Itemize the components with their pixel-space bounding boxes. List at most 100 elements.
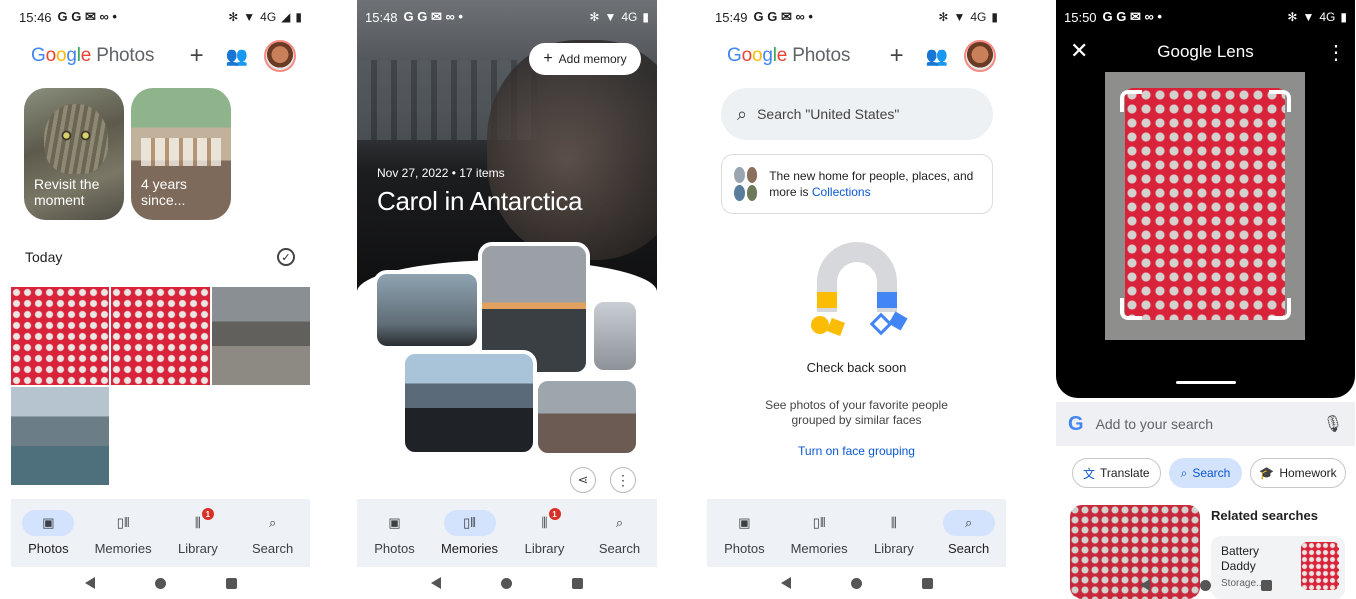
back-icon[interactable] [1139, 579, 1150, 591]
collage-photo[interactable] [401, 350, 537, 456]
chip-homework[interactable]: 🎓 Homework [1250, 458, 1346, 488]
recents-icon[interactable] [921, 577, 933, 589]
library-icon: ⫼ [890, 515, 897, 530]
plus-icon: + [543, 50, 553, 67]
share-people-icon[interactable]: 👥 [926, 46, 948, 67]
tab-photos[interactable]: ▣ Photos [357, 499, 432, 567]
bottom-nav: ▣ Photos ▯⦀ Memories ⫼ 1 Library ⌕ Search [357, 499, 657, 599]
photos-icon: ▣ [388, 515, 401, 530]
add-icon[interactable]: + [890, 42, 904, 70]
system-nav [357, 567, 657, 599]
bottom-nav: ▣ Photos ▯⦀ Memories ⫼ 1 Library ⌕ Search [11, 499, 310, 599]
face-grouping-link[interactable]: Turn on face grouping [707, 444, 1006, 458]
more-options-icon[interactable]: ⋮ [610, 467, 636, 493]
tab-memories[interactable]: ▯⦀ Memories [86, 499, 161, 567]
tab-search[interactable]: ⌕ Search [931, 499, 1006, 567]
status-icons: G G ✉ ∞ • [753, 9, 813, 24]
wifi-icon: ▼ [604, 10, 617, 24]
back-icon[interactable] [431, 577, 441, 589]
tab-photos[interactable]: ▣ Photos [11, 499, 86, 567]
collage-photo[interactable] [373, 270, 481, 350]
tab-library[interactable]: ⫼ 1 Library [161, 499, 236, 567]
collage-photo[interactable] [590, 298, 640, 374]
wifi-icon: ▼ [953, 10, 966, 24]
recents-icon[interactable] [1260, 579, 1272, 591]
tab-library[interactable]: ⫼ Library [857, 499, 932, 567]
home-icon[interactable] [1199, 579, 1211, 591]
people-avatars-icon [734, 167, 758, 201]
back-icon[interactable] [84, 577, 95, 589]
battery-icon: ▮ [642, 10, 649, 24]
network-label: 4G [1319, 10, 1336, 24]
tab-photos[interactable]: ▣ Photos [707, 499, 782, 567]
photo-thumb[interactable] [111, 287, 210, 385]
memory-title: Carol in Antarctica [377, 186, 583, 216]
lens-search-input: Add to your search [1095, 416, 1214, 432]
tab-search[interactable]: ⌕ Search [582, 499, 657, 567]
add-memory-button[interactable]: + Add memory [529, 43, 641, 75]
collage-photo[interactable] [534, 377, 640, 457]
crop-corner-br[interactable] [1269, 298, 1291, 320]
avatar[interactable] [964, 40, 996, 72]
tab-search[interactable]: ⌕ Search [235, 499, 310, 567]
screen-lens: 15:50 G G ✉ ∞ • ✻ ▼ 4G ▮ ✕ Google Lens ⋮ G A… [1056, 0, 1355, 599]
chip-search[interactable]: ⌕ Search [1168, 458, 1243, 488]
chip-translate[interactable]: 文 Translate [1072, 458, 1161, 488]
tab-library[interactable]: ⫼ 1 Library [507, 499, 582, 567]
add-icon[interactable]: + [190, 42, 204, 70]
drag-handle[interactable] [1176, 381, 1236, 384]
tab-memories[interactable]: ▯⦀ Memories [432, 499, 507, 567]
bluetooth-icon: ✻ [228, 10, 239, 24]
home-icon[interactable] [154, 577, 166, 589]
share-people-icon[interactable]: 👥 [226, 46, 248, 67]
back-icon[interactable] [780, 577, 791, 589]
status-icons: G G ✉ ∞ • [403, 9, 463, 24]
crop-corner-tr[interactable] [1269, 90, 1291, 112]
avatar[interactable] [264, 40, 296, 72]
bluetooth-icon: ✻ [938, 10, 949, 24]
crop-corner-tl[interactable] [1120, 90, 1142, 112]
status-icons: G G ✉ ∞ • [1102, 9, 1162, 24]
status-time: 15:50 [1064, 9, 1097, 25]
crop-corner-bl[interactable] [1120, 298, 1142, 320]
battery-organizer [1125, 88, 1285, 320]
battery-icon: ▮ [295, 10, 302, 24]
battery-icon: ▮ [1340, 10, 1347, 24]
google-photos-logo: Google Photos [727, 45, 851, 66]
collections-link[interactable]: Collections [812, 185, 871, 199]
more-options-icon[interactable]: ⋮ [1326, 40, 1346, 65]
memory-label: Revisit the moment [34, 176, 100, 208]
home-icon[interactable] [501, 577, 512, 589]
photos-icon: ▣ [22, 510, 75, 536]
notification-badge: 1 [548, 508, 561, 520]
notification-badge: 1 [201, 508, 214, 520]
photo-thumb[interactable] [11, 287, 109, 385]
photo-thumb[interactable] [11, 387, 109, 485]
lens-search-bar[interactable]: G Add to your search 🎙 [1056, 402, 1355, 446]
select-all-icon[interactable]: ✓ [277, 248, 295, 266]
empty-state-description: See photos of your favorite people group… [765, 398, 948, 427]
translate-icon: 文 [1083, 466, 1096, 481]
search-bar[interactable]: ⌕ Search "United States" [721, 88, 993, 140]
microphone-icon[interactable]: 🎙 [1323, 414, 1343, 434]
search-icon: ⌕ [942, 510, 995, 536]
network-label: 4G [260, 10, 277, 24]
recents-icon[interactable] [572, 577, 583, 589]
status-bar: 15:46 G G ✉ ∞ • ✻ ▼ 4G ◢ ▮ [11, 0, 310, 34]
memory-card-2[interactable]: 4 years since... [131, 88, 231, 220]
home-icon[interactable] [850, 577, 862, 589]
search-input: Search "United States" [757, 106, 900, 122]
bluetooth-icon: ✻ [589, 10, 600, 24]
screen-search: 15:49 G G ✉ ∞ • ✻ ▼ 4G ▮ Google Photos + 👥 ⌕… [707, 0, 1006, 599]
status-time: 15:48 [365, 9, 398, 25]
collections-banner[interactable]: The new home for people, places, and mor… [721, 154, 993, 214]
library-icon: ⫼ 1 [519, 508, 571, 536]
memory-card-1[interactable]: Revisit the moment [24, 88, 124, 220]
photo-thumb[interactable] [212, 287, 310, 385]
recents-icon[interactable] [225, 577, 237, 589]
tab-memories[interactable]: ▯⦀ Memories [782, 499, 857, 567]
share-icon[interactable]: ⋖ [570, 467, 596, 493]
bottom-nav: ▣ Photos ▯⦀ Memories ⫼ Library ⌕ Search [707, 499, 1006, 599]
search-icon: ⌕ [1180, 465, 1188, 480]
google-g-icon: G [1068, 412, 1084, 435]
